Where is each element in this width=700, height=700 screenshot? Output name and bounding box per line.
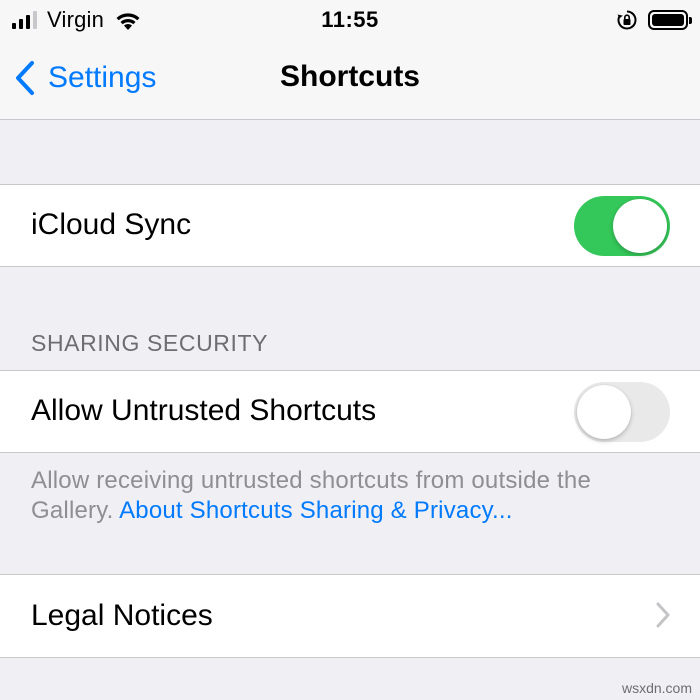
status-right-icons [616,8,692,32]
icloud-sync-toggle[interactable] [574,196,670,256]
icloud-sync-label: iCloud Sync [31,208,192,241]
page-title: Shortcuts [279,60,420,93]
allow-untrusted-label: Allow Untrusted Shortcuts [31,394,377,427]
toggle-knob [577,385,631,439]
toggle-knob [613,199,667,253]
sharing-privacy-link[interactable]: About Shortcuts Sharing & Privacy... [119,497,513,524]
sharing-security-header: SHARING SECURITY [31,330,269,356]
battery-icon [648,10,692,30]
status-time: 11:55 [321,7,379,32]
icloud-sync-row: iCloud Sync [0,184,700,267]
chevron-right-icon [656,602,670,628]
legal-notices-label: Legal Notices [31,599,213,632]
sharing-footer: Allow receiving untrusted shortcuts from… [31,466,671,526]
orientation-lock-icon [617,10,637,30]
watermark: wsxdn.com [621,680,692,696]
allow-untrusted-toggle[interactable] [574,382,670,442]
status-bar: Virgin 11:55 [0,0,700,40]
legal-notices-row[interactable]: Legal Notices [0,574,700,658]
navigation-bar: Settings Shortcuts [0,40,700,120]
allow-untrusted-row: Allow Untrusted Shortcuts [0,370,700,453]
